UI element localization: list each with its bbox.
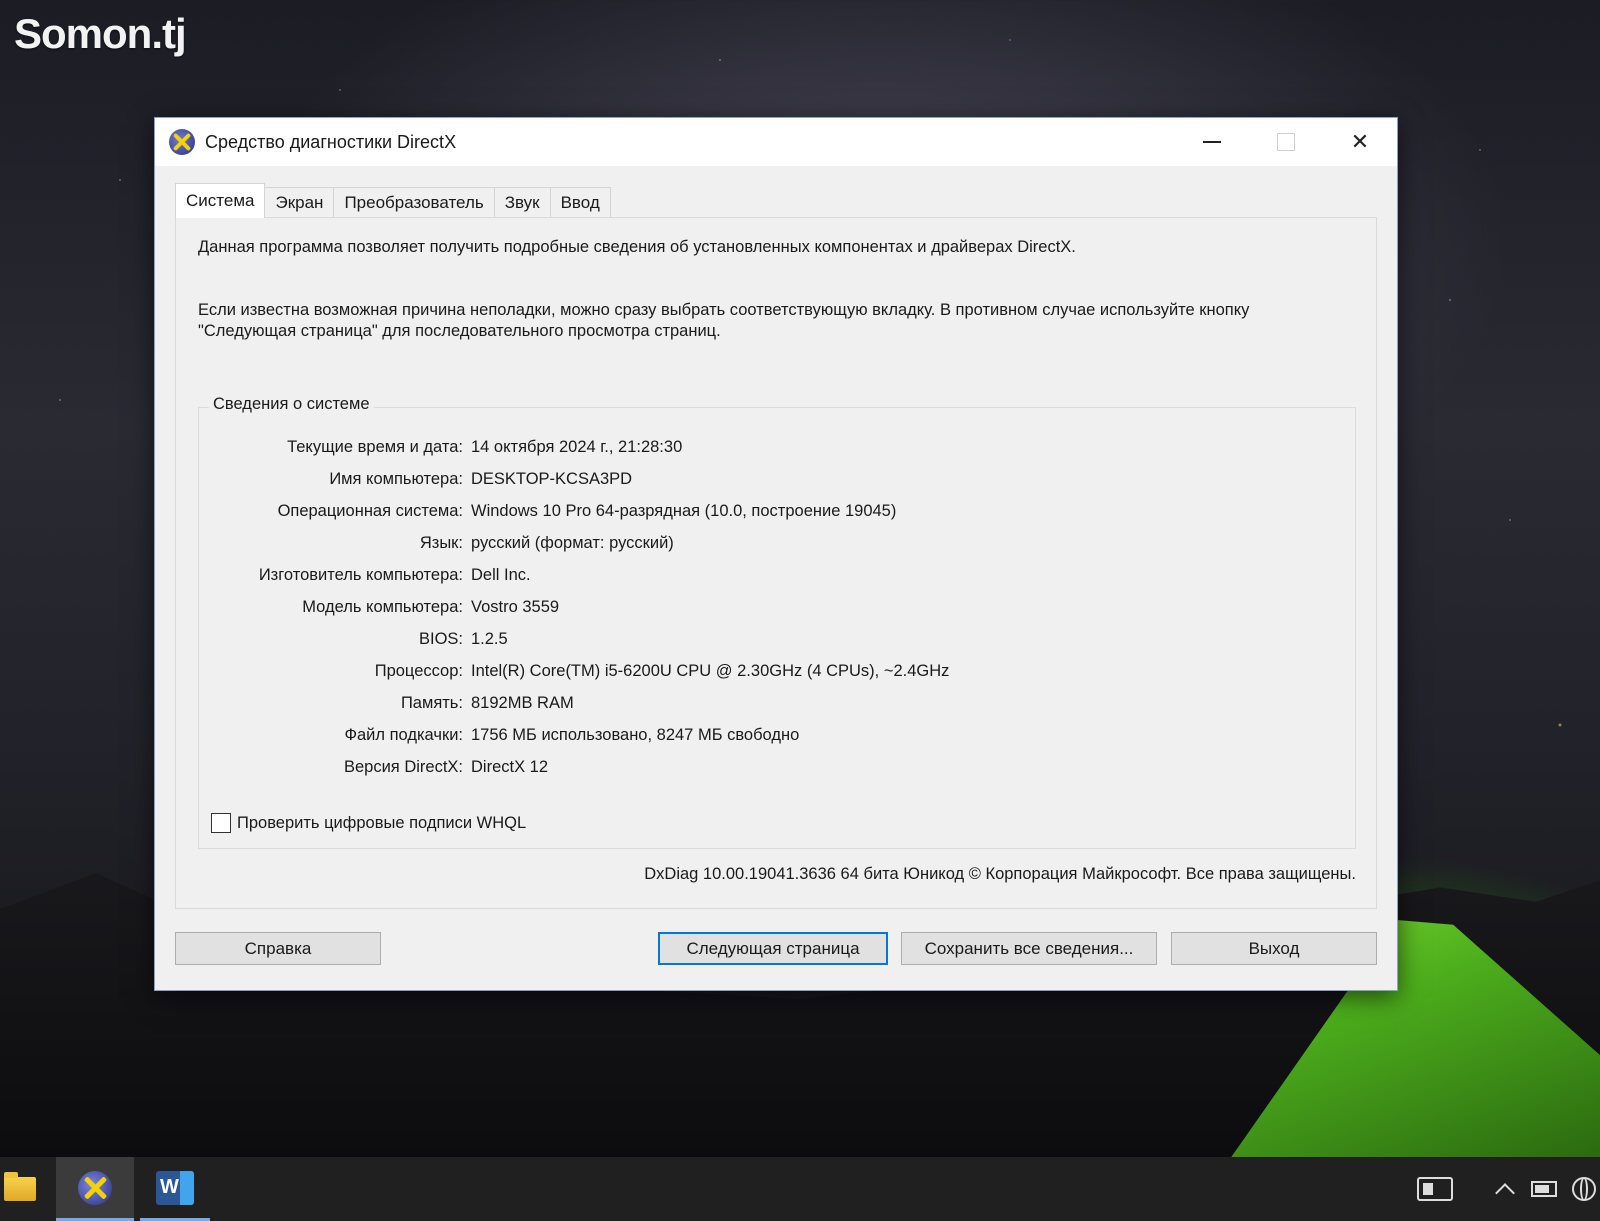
whql-checkbox[interactable] bbox=[211, 813, 231, 833]
info-row-os: Операционная система: Windows 10 Pro 64-… bbox=[199, 502, 1319, 526]
intro-text-2: Если известна возможная причина неполадк… bbox=[198, 301, 1250, 340]
whql-checkbox-row[interactable]: Проверить цифровые подписи WHQL bbox=[211, 813, 526, 833]
info-label: Файл подкачки: bbox=[344, 726, 463, 744]
info-row-datetime: Текущие время и дата: 14 октября 2024 г.… bbox=[199, 438, 1319, 462]
watermark: Somon.tj bbox=[14, 10, 187, 57]
directx-diagnostic-icon bbox=[78, 1170, 112, 1205]
info-value: DirectX 12 bbox=[471, 758, 549, 776]
globe-icon bbox=[1572, 1177, 1596, 1201]
info-row-model: Модель компьютера: Vostro 3559 bbox=[199, 598, 1319, 622]
maximize-button[interactable] bbox=[1249, 118, 1323, 166]
tray-network[interactable] bbox=[1570, 1157, 1598, 1221]
info-value: Dell Inc. bbox=[471, 566, 531, 584]
info-row-directx-version: Версия DirectX: DirectX 12 bbox=[199, 758, 1319, 782]
info-value: 8192MB RAM bbox=[471, 694, 574, 712]
info-value: 1.2.5 bbox=[471, 630, 508, 648]
taskbar-word[interactable]: W bbox=[140, 1157, 210, 1221]
info-row-processor: Процессор: Intel(R) Core(TM) i5-6200U CP… bbox=[199, 662, 1319, 686]
battery-icon bbox=[1531, 1181, 1557, 1197]
tab-input[interactable]: Ввод bbox=[549, 187, 611, 218]
info-label: BIOS: bbox=[418, 630, 463, 648]
tab-sound[interactable]: Звук bbox=[493, 187, 551, 218]
directx-icon bbox=[169, 129, 195, 155]
word-icon: W bbox=[156, 1170, 194, 1205]
tab-panel-system: Данная программа позволяет получить подр… bbox=[175, 217, 1377, 909]
window-title: Средство диагностики DirectX bbox=[205, 131, 457, 152]
tray-news[interactable] bbox=[1410, 1157, 1460, 1221]
info-value: Intel(R) Core(TM) i5-6200U CPU @ 2.30GHz… bbox=[471, 662, 950, 680]
info-row-pagefile: Файл подкачки: 1756 МБ использовано, 824… bbox=[199, 726, 1319, 750]
info-label: Имя компьютера: bbox=[329, 470, 463, 488]
system-info-group: Сведения о системе Текущие время и дата:… bbox=[198, 395, 1356, 849]
help-button[interactable]: Справка bbox=[175, 932, 381, 965]
info-label: Память: bbox=[400, 694, 463, 712]
tray-battery[interactable] bbox=[1530, 1157, 1558, 1221]
close-icon: ✕ bbox=[1350, 129, 1370, 154]
info-row-memory: Память: 8192MB RAM bbox=[199, 694, 1319, 718]
taskbar-dxdiag[interactable] bbox=[56, 1157, 134, 1221]
next-page-button[interactable]: Следующая страница bbox=[658, 932, 888, 965]
info-value: 14 октября 2024 г., 21:28:30 bbox=[471, 438, 683, 456]
whql-label: Проверить цифровые подписи WHQL bbox=[237, 813, 527, 832]
taskbar-file-explorer[interactable] bbox=[0, 1157, 40, 1221]
tray-show-hidden[interactable] bbox=[1494, 1157, 1516, 1221]
tab-strip: Система Экран Преобразователь Звук Ввод bbox=[175, 183, 611, 218]
info-label: Версия DirectX: bbox=[343, 758, 463, 776]
intro-text-1: Данная программа позволяет получить подр… bbox=[198, 238, 1076, 256]
dxdiag-window: Средство диагностики DirectX ✕ Система Э… bbox=[154, 117, 1398, 991]
save-all-button[interactable]: Сохранить все сведения... bbox=[901, 932, 1157, 965]
info-row-manufacturer: Изготовитель компьютера: Dell Inc. bbox=[199, 566, 1319, 590]
minimize-button[interactable] bbox=[1175, 118, 1249, 166]
info-row-bios: BIOS: 1.2.5 bbox=[199, 630, 1319, 654]
info-value: Vostro 3559 bbox=[471, 598, 560, 616]
window-controls: ✕ bbox=[1175, 118, 1397, 166]
exit-button[interactable]: Выход bbox=[1171, 932, 1377, 965]
tab-system[interactable]: Система bbox=[175, 183, 266, 218]
info-label: Язык: bbox=[419, 534, 463, 552]
info-label: Процессор: bbox=[374, 662, 463, 680]
close-button[interactable]: ✕ bbox=[1323, 118, 1397, 166]
file-explorer-icon bbox=[4, 1172, 36, 1201]
chevron-up-icon bbox=[1495, 1183, 1515, 1203]
taskbar: W bbox=[0, 1157, 1600, 1221]
info-label: Изготовитель компьютера: bbox=[258, 566, 463, 584]
info-value: Windows 10 Pro 64-разрядная (10.0, постр… bbox=[471, 502, 897, 520]
tab-render[interactable]: Преобразователь bbox=[333, 187, 495, 218]
maximize-icon bbox=[1277, 133, 1295, 151]
minimize-icon bbox=[1203, 141, 1221, 143]
info-row-computer-name: Имя компьютера: DESKTOP-KCSA3PD bbox=[199, 470, 1319, 494]
tab-display[interactable]: Экран bbox=[264, 187, 335, 218]
news-icon bbox=[1417, 1177, 1453, 1201]
info-label: Текущие время и дата: bbox=[287, 438, 463, 456]
info-label: Модель компьютера: bbox=[302, 598, 463, 616]
title-bar[interactable]: Средство диагностики DirectX ✕ bbox=[155, 118, 1397, 166]
info-value: DESKTOP-KCSA3PD bbox=[471, 470, 633, 488]
info-row-language: Язык: русский (формат: русский) bbox=[199, 534, 1319, 558]
info-label: Операционная система: bbox=[277, 502, 463, 520]
info-value: 1756 МБ использовано, 8247 МБ свободно bbox=[471, 726, 800, 744]
info-value: русский (формат: русский) bbox=[471, 534, 674, 552]
copyright-text: DxDiag 10.00.19041.3636 64 бита Юникод ©… bbox=[644, 865, 1356, 883]
group-title: Сведения о системе bbox=[209, 395, 374, 414]
